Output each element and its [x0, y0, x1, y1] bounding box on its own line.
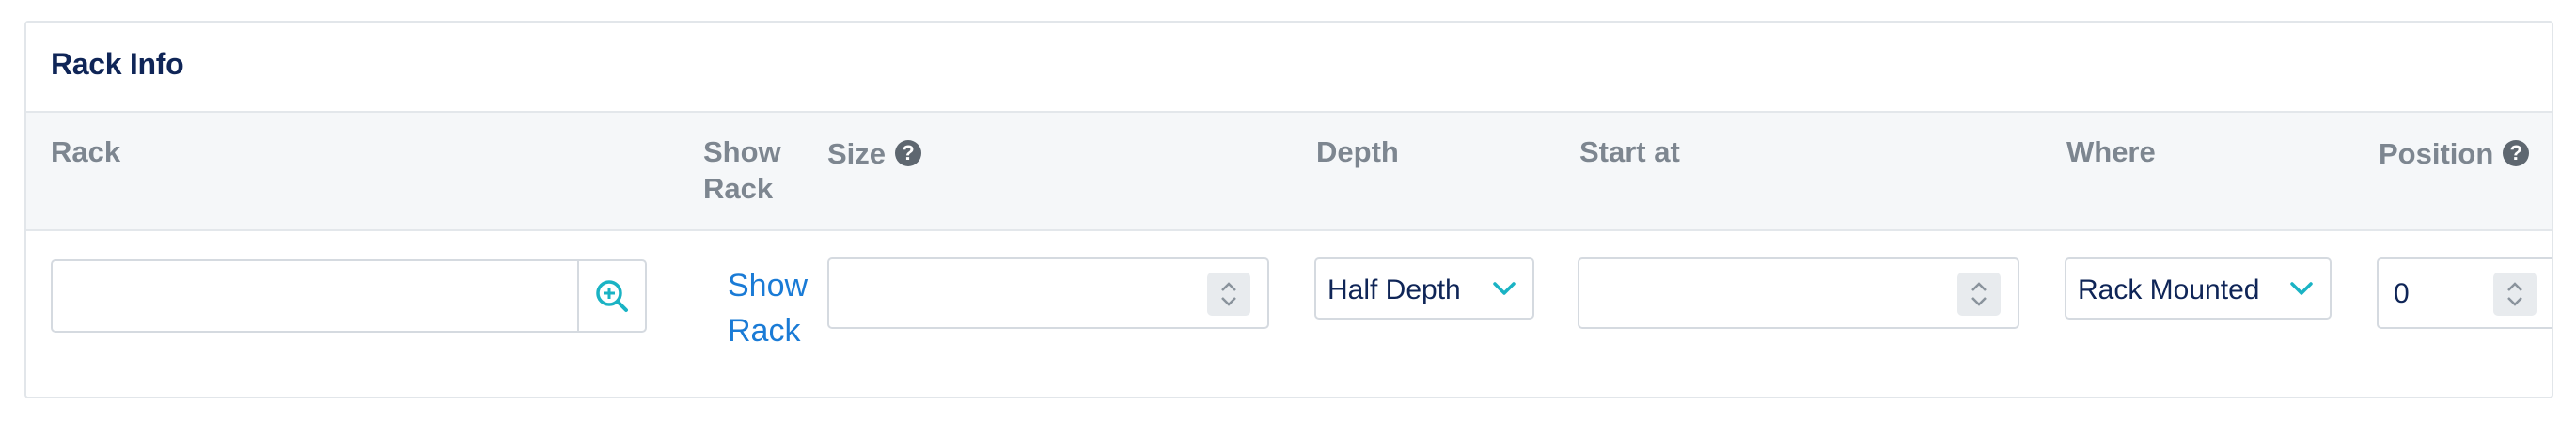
column-header-rack: Rack: [51, 135, 121, 168]
depth-selected-value: Half Depth: [1327, 274, 1461, 305]
table-header-row: Rack Show Rack Size? Depth Start at Wher…: [26, 111, 2552, 231]
depth-select[interactable]: Half Depth: [1314, 257, 1534, 320]
column-header-position: Position?: [2379, 135, 2530, 172]
up-down-stepper-icon: [2507, 282, 2522, 306]
size-input[interactable]: [827, 257, 1269, 329]
position-input[interactable]: 0: [2377, 257, 2552, 329]
chevron-down-icon: [2290, 282, 2313, 295]
column-header-depth: Depth: [1316, 135, 1399, 168]
column-header-show-rack: Show Rack: [703, 135, 781, 205]
start-at-input[interactable]: [1578, 257, 2019, 329]
column-header-where: Where: [2066, 135, 2156, 168]
where-selected-value: Rack Mounted: [2078, 274, 2260, 305]
column-header-position-label: Position: [2379, 137, 2494, 170]
up-down-stepper-icon: [1971, 282, 1987, 306]
help-icon[interactable]: ?: [2503, 140, 2530, 166]
position-stepper[interactable]: [2493, 273, 2537, 316]
help-icon[interactable]: ?: [895, 140, 922, 166]
rack-info-panel: Rack Info Rack Show Rack Size? Depth Sta…: [24, 21, 2553, 398]
start-at-stepper[interactable]: [1957, 273, 2001, 316]
position-input-value[interactable]: 0: [2394, 278, 2410, 310]
chevron-down-icon: [1493, 282, 1516, 295]
zoom-in-icon: [596, 280, 628, 312]
rack-lookup-button[interactable]: [577, 261, 645, 331]
size-stepper[interactable]: [1207, 273, 1250, 316]
where-select[interactable]: Rack Mounted: [2065, 257, 2332, 320]
up-down-stepper-icon: [1221, 282, 1236, 306]
rack-lookup-field[interactable]: [51, 259, 647, 333]
show-rack-link[interactable]: Show Rack: [728, 263, 831, 353]
panel-title: Rack Info: [51, 47, 184, 81]
column-header-size-label: Size: [827, 137, 887, 170]
column-header-start-at: Start at: [1579, 135, 1680, 168]
column-header-size: Size?: [827, 135, 922, 172]
